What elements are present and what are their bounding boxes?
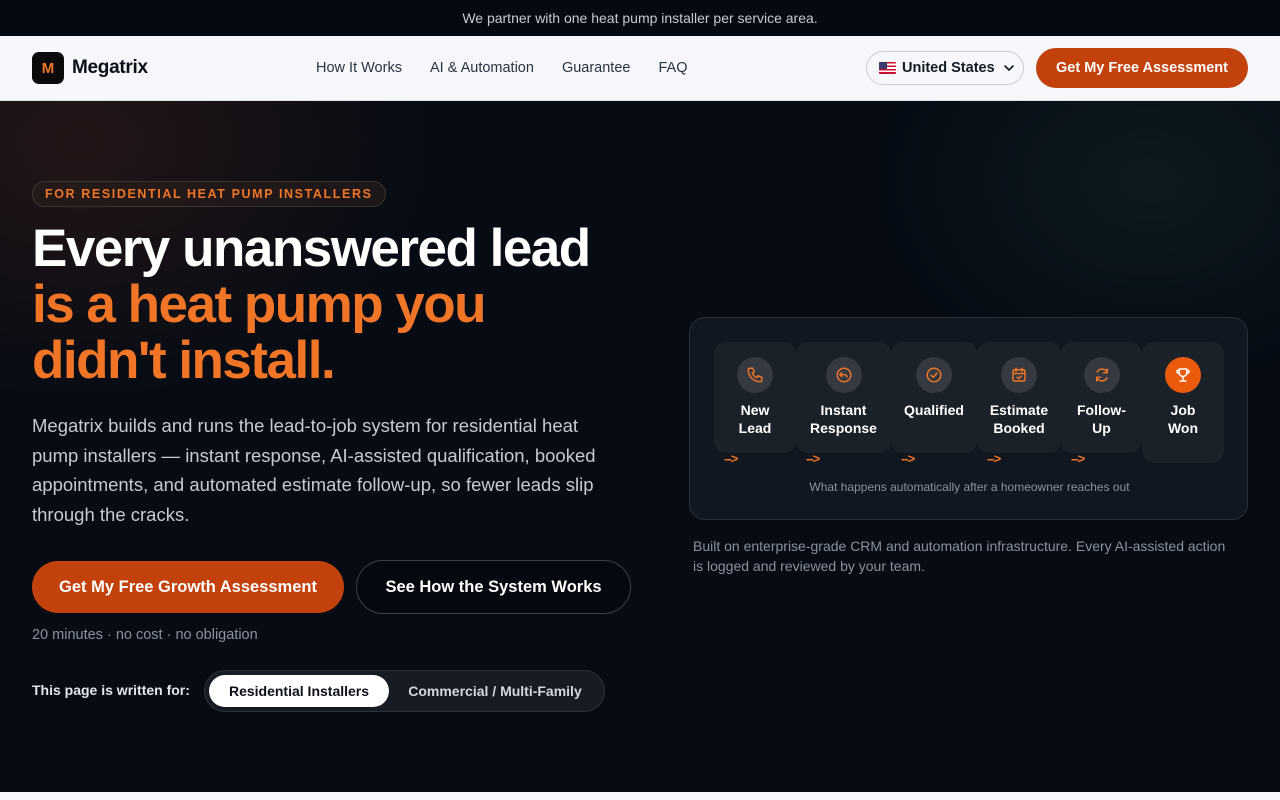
reply-icon — [825, 357, 862, 393]
flow-arrow: --> — [1071, 451, 1085, 466]
flow-arrow: --> — [724, 451, 738, 466]
flow-caption: What happens automatically after a homeo… — [809, 480, 1130, 494]
announcement-bar: We partner with one heat pump installer … — [0, 0, 1280, 36]
nav-link-how-it-works[interactable]: How It Works — [316, 60, 402, 76]
phone-icon — [737, 357, 773, 393]
refresh-icon — [1083, 357, 1120, 393]
nav-link-guarantee[interactable]: Guarantee — [562, 60, 631, 76]
calendar-check-icon — [1001, 357, 1037, 393]
audience-label: This page is written for: — [32, 682, 190, 698]
lead-flow-card: New Lead --> Instant Response --> Qualif… — [689, 317, 1248, 520]
growth-assessment-button[interactable]: Get My Free Growth Assessment — [32, 561, 344, 613]
flow-step-new-lead: New Lead — [714, 342, 796, 453]
logo-mark: M — [32, 52, 64, 84]
flow-arrow: --> — [806, 451, 820, 466]
audience-option-residential[interactable]: Residential Installers — [209, 675, 389, 707]
announcement-text: We partner with one heat pump installer … — [462, 10, 818, 26]
flow-step-instant-response: Instant Response — [796, 342, 891, 453]
nav-assessment-button[interactable]: Get My Free Assessment — [1036, 48, 1248, 88]
audience-option-commercial[interactable]: Commercial / Multi-Family — [393, 675, 597, 707]
see-system-button[interactable]: See How the System Works — [356, 560, 631, 614]
flow-step-label: Job Won — [1167, 402, 1199, 436]
flow-step-label: Follow-Up — [1077, 402, 1126, 436]
nav-link-ai-automation[interactable]: AI & Automation — [430, 60, 534, 76]
next-section-edge — [0, 792, 1280, 800]
top-nav: M Megatrix How It Works AI & Automation … — [0, 36, 1280, 101]
headline-white: Every unanswered lead — [32, 219, 591, 278]
chevron-down-icon — [1003, 65, 1014, 71]
flow-step-label: Instant Response — [810, 402, 877, 436]
flow-step-label: New Lead — [738, 402, 772, 436]
flow-step-qualified: Qualified — [891, 342, 977, 453]
flow-step-estimate-booked: Estimate Booked — [977, 342, 1061, 453]
nav-link-faq[interactable]: FAQ — [658, 60, 687, 76]
check-circle-icon — [916, 357, 952, 393]
audience-toggle: Residential Installers Commercial / Mult… — [204, 670, 605, 712]
hero-headline: Every unanswered lead is a heat pump you… — [32, 221, 592, 389]
us-flag-icon — [879, 62, 896, 74]
logo-text: Megatrix — [72, 57, 148, 78]
nav-links: How It Works AI & Automation Guarantee F… — [316, 36, 687, 100]
flow-step-job-won: Job Won — [1142, 342, 1224, 463]
logo[interactable]: M Megatrix — [32, 52, 148, 84]
hero-section: FOR RESIDENTIAL HEAT PUMP INSTALLERS Eve… — [0, 101, 1280, 792]
country-label: United States — [902, 60, 995, 76]
trophy-icon — [1165, 357, 1201, 393]
trust-note: Built on enterprise-grade CRM and automa… — [693, 538, 1226, 574]
hero-lead: Megatrix builds and runs the lead-to-job… — [32, 415, 596, 525]
flow-step-label: Estimate Booked — [989, 402, 1049, 436]
eyebrow-badge: FOR RESIDENTIAL HEAT PUMP INSTALLERS — [32, 181, 386, 207]
fine-print: 20 minutes · no cost · no obligation — [32, 627, 258, 643]
flow-step-label: Qualified — [904, 402, 964, 418]
flow-arrow: --> — [901, 451, 915, 466]
flow-arrow: --> — [987, 451, 1001, 466]
flow-step-follow-up: Follow-Up — [1061, 342, 1142, 453]
country-selector[interactable]: United States — [866, 51, 1024, 85]
headline-accent: is a heat pump you didn't install. — [32, 275, 487, 390]
